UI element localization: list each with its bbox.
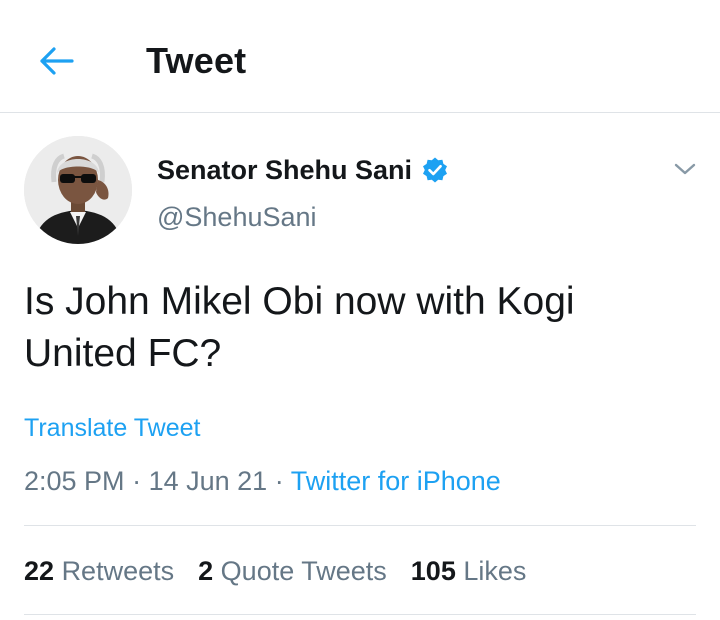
engagement-stats: 22 Retweets 2 Quote Tweets 105 Likes [24,556,526,587]
retweets-stat[interactable]: 22 Retweets [24,556,174,587]
meta-separator: · [132,466,142,496]
quote-tweets-count: 2 [198,556,214,586]
tweet-metadata: 2:05 PM · 14 Jun 21 · Twitter for iPhone [24,466,501,497]
likes-stat[interactable]: 105 Likes [411,556,527,587]
profile-photo [24,136,132,244]
more-options-button[interactable] [668,154,702,184]
tweet-source-link[interactable]: Twitter for iPhone [291,466,501,496]
tweet-time: 2:05 PM [24,466,125,496]
tweet-text: Is John Mikel Obi now with Kogi United F… [24,280,575,375]
retweets-label: Retweets [61,556,175,586]
quote-tweets-stat[interactable]: 2 Quote Tweets [198,556,387,587]
verified-badge-icon [421,156,449,184]
top-app-bar: Tweet [0,0,720,113]
translate-tweet-link[interactable]: Translate Tweet [24,414,200,443]
author-display-name[interactable]: Senator Shehu Sani [157,155,412,186]
meta-separator: · [274,466,284,496]
arrow-left-icon [40,47,74,75]
tweet-detail-screen: Tweet Senator Shehu Sani @ShehuSani Is J… [0,0,720,620]
chevron-down-icon [674,163,696,175]
retweets-count: 22 [24,556,55,586]
likes-label: Likes [463,556,527,586]
quote-tweets-label: Quote Tweets [220,556,387,586]
avatar[interactable] [24,136,132,244]
divider [24,525,696,526]
tweet-date: 14 Jun 21 [148,466,268,496]
back-button[interactable] [32,38,80,84]
author-name-row[interactable]: Senator Shehu Sani [157,153,449,187]
author-handle[interactable]: @ShehuSani [157,202,317,233]
likes-count: 105 [410,556,456,586]
page-title: Tweet [146,40,247,81]
divider [24,614,696,615]
